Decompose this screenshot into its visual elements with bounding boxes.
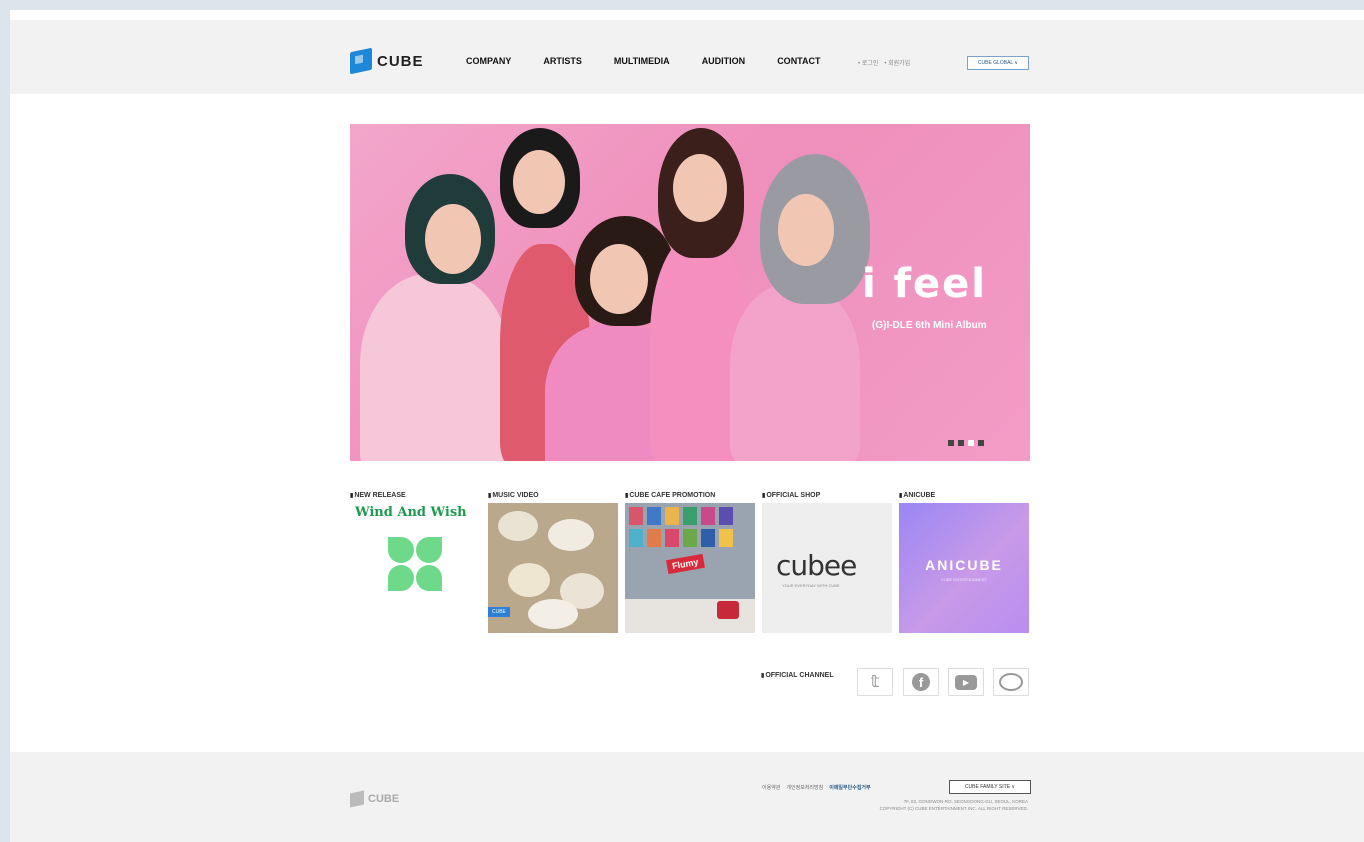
twitter-icon: 𝕥: [870, 672, 880, 692]
login-link[interactable]: • 로그인: [858, 58, 878, 67]
weibo-icon: [999, 673, 1023, 691]
nav-artists[interactable]: ARTISTS: [543, 56, 582, 66]
tile-new-release[interactable]: NEW RELEASE Wind And Wish: [350, 492, 480, 633]
banner-title: i feel: [862, 261, 988, 307]
nav-company[interactable]: COMPANY: [466, 56, 511, 66]
tile-label: ANICUBE: [899, 492, 1029, 499]
anicube-logo: ANICUBE: [925, 557, 1003, 573]
util-links: • 로그인 • 회원가입: [858, 58, 910, 67]
slide-dot[interactable]: [958, 440, 964, 446]
member-face: [513, 150, 565, 214]
poster: [719, 507, 733, 525]
clover-icon: [388, 537, 414, 563]
poster: [629, 529, 643, 547]
copyright-text: COPYRIGHT (C) CUBE ENTERTAINMENT INC. AL…: [879, 806, 1028, 811]
youtube-button[interactable]: ▶: [948, 668, 984, 696]
cube-logo-icon: [350, 47, 372, 75]
member-face: [673, 154, 727, 222]
page: CUBE COMPANY ARTISTS MULTIMEDIA AUDITION…: [10, 10, 1364, 842]
facebook-button[interactable]: f: [903, 668, 939, 696]
tile-cube-cafe-promotion[interactable]: CUBE CAFE PROMOTION Flumy: [625, 492, 755, 633]
tile-anicube[interactable]: ANICUBE ANICUBE CUBE ENTERTAINMENT: [899, 492, 1029, 633]
privacy-link[interactable]: 개인정보처리방침: [786, 784, 823, 791]
poster: [629, 507, 643, 525]
poster: [647, 529, 661, 547]
photo-element: [528, 599, 578, 629]
member-figure: [730, 284, 860, 461]
poster: [683, 529, 697, 547]
site-header: CUBE COMPANY ARTISTS MULTIMEDIA AUDITION…: [10, 20, 1364, 94]
promo-sign: Flumy: [666, 553, 705, 575]
slide-dot[interactable]: [978, 440, 984, 446]
official-channel-label: OFFICIAL CHANNEL: [761, 672, 833, 679]
cubee-logo: cubee: [776, 549, 857, 582]
cube-logo[interactable]: CUBE: [350, 47, 424, 75]
footer-logo-text: CUBE: [368, 793, 400, 805]
nav-audition[interactable]: AUDITION: [702, 56, 746, 66]
poster: [701, 529, 715, 547]
stool: [717, 601, 739, 619]
tile-image[interactable]: ANICUBE CUBE ENTERTAINMENT: [899, 503, 1029, 633]
logo-text: CUBE: [377, 52, 424, 70]
anicube-tagline: CUBE ENTERTAINMENT: [941, 577, 987, 582]
member-face: [590, 244, 648, 314]
join-link[interactable]: • 회원가입: [884, 58, 910, 67]
email-policy-link[interactable]: 이메일무단수집거부: [829, 784, 870, 791]
terms-link[interactable]: 이용약관: [762, 784, 780, 791]
twitter-button[interactable]: 𝕥: [857, 668, 893, 696]
tile-image[interactable]: CUBE: [488, 503, 618, 633]
cube-logo-icon: [350, 790, 364, 808]
member-face: [778, 194, 834, 266]
member-figure: [360, 274, 510, 461]
tile-label: NEW RELEASE: [350, 492, 480, 499]
footer-logo[interactable]: CUBE: [350, 790, 400, 808]
member-face: [425, 204, 481, 274]
tile-image[interactable]: cubee YOUR EVERYDAY WITH CUBE: [762, 503, 892, 633]
slide-dot-active[interactable]: [968, 440, 974, 446]
slide-indicator: [948, 440, 984, 446]
cubee-tagline: YOUR EVERYDAY WITH CUBE: [782, 583, 840, 588]
tile-image[interactable]: Flumy: [625, 503, 755, 633]
site-footer: CUBE 이용약관 개인정보처리방침 이메일무단수집거부 CUBE FAMILY…: [10, 752, 1364, 842]
poster: [683, 507, 697, 525]
album-title: Wind And Wish: [355, 505, 467, 520]
clover-icon: [416, 537, 442, 563]
slide-dot[interactable]: [948, 440, 954, 446]
weibo-button[interactable]: [993, 668, 1029, 696]
family-site-select[interactable]: CUBE FAMILY SITE ∨: [949, 780, 1031, 794]
photo-element: [548, 519, 594, 551]
poster: [647, 507, 661, 525]
footer-copyright: 7F, 83, GONGWON-RO, SEONGDONG-GU, SEOUL,…: [710, 798, 1028, 812]
tile-official-shop[interactable]: OFFICIAL SHOP cubee YOUR EVERYDAY WITH C…: [762, 492, 892, 633]
clover-icon: [388, 565, 414, 591]
tile-label: MUSIC VIDEO: [488, 492, 618, 499]
poster: [665, 507, 679, 525]
clover-icon: [416, 565, 442, 591]
photo-element: [498, 511, 538, 541]
tile-image[interactable]: Wind And Wish: [350, 503, 480, 633]
poster: [701, 507, 715, 525]
poster: [719, 529, 733, 547]
poster: [665, 529, 679, 547]
tile-label: OFFICIAL SHOP: [762, 492, 892, 499]
tile-music-video[interactable]: MUSIC VIDEO CUBE: [488, 492, 618, 633]
address-text: 7F, 83, GONGWON-RO, SEONGDONG-GU, SEOUL,…: [903, 799, 1028, 804]
facebook-icon: f: [912, 673, 930, 691]
cube-badge: CUBE: [488, 607, 510, 617]
nav-multimedia[interactable]: MULTIMEDIA: [614, 56, 670, 66]
footer-links: 이용약관 개인정보처리방침 이메일무단수집거부: [762, 784, 871, 791]
main-banner[interactable]: i feel (G)I-DLE 6th Mini Album: [350, 124, 1030, 461]
banner-subtitle: (G)I-DLE 6th Mini Album: [872, 320, 987, 331]
tile-label: CUBE CAFE PROMOTION: [625, 492, 755, 499]
youtube-icon: ▶: [955, 674, 977, 690]
main-nav: COMPANY ARTISTS MULTIMEDIA AUDITION CONT…: [466, 56, 853, 66]
global-select[interactable]: CUBE GLOBAL ∨: [967, 56, 1029, 70]
nav-contact[interactable]: CONTACT: [777, 56, 820, 66]
photo-element: [508, 563, 550, 597]
